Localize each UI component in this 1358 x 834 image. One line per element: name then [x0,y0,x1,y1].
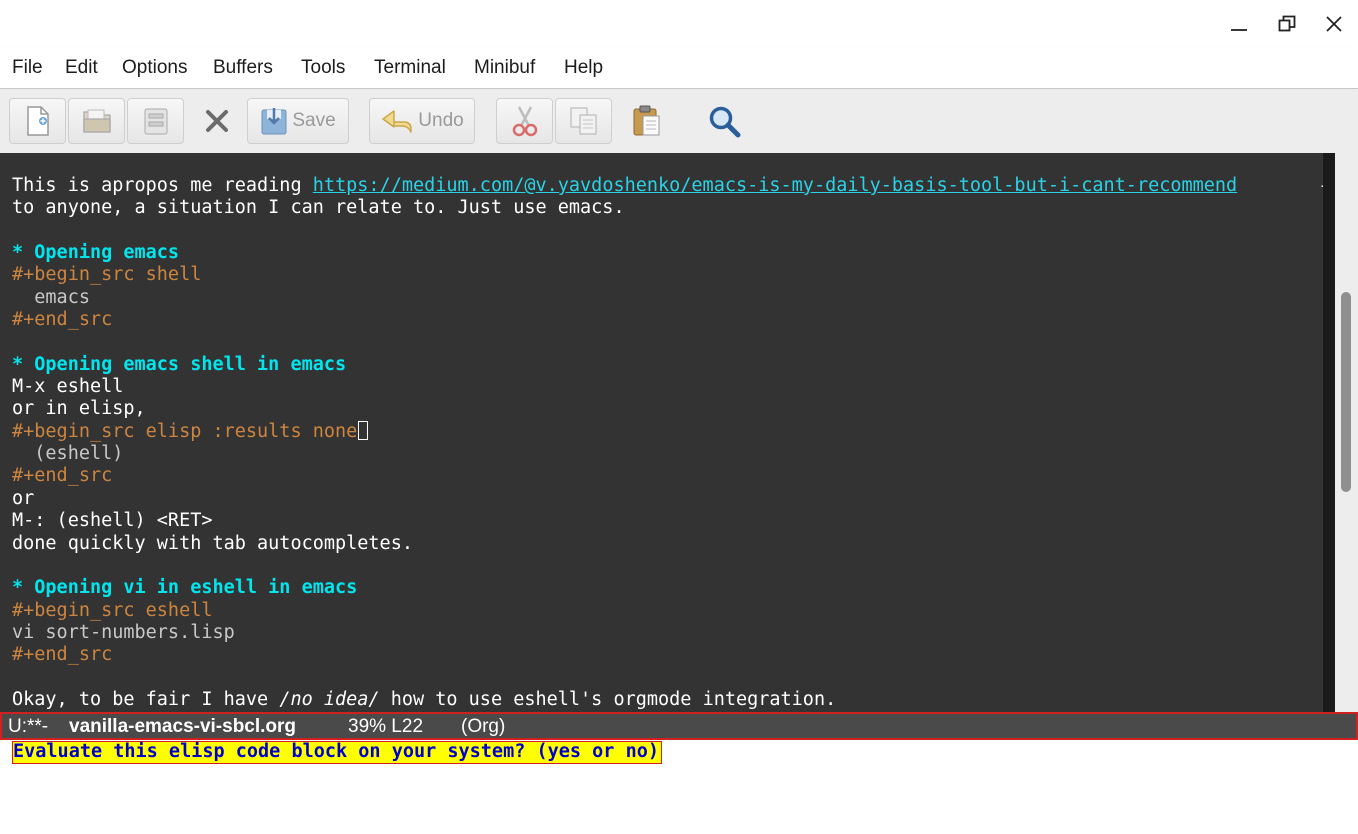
editor-line: M-: (eshell) <RET> [12,510,213,531]
org-heading-3[interactable]: * Opening vi in eshell in emacs [12,577,357,599]
minibuffer[interactable]: Evaluate this elisp code block on your s… [0,740,1358,764]
text-cursor [358,421,369,440]
text-span: #+begin_src elisp :results none [12,421,358,442]
org-heading-1[interactable]: * Opening emacs [12,242,179,264]
editor-line: done quickly with tab autocompletes. [12,533,413,554]
fringe [1323,153,1335,712]
dired-button[interactable] [127,98,184,144]
menu-options[interactable]: Options [122,57,187,79]
text-span: This is apropos me reading [12,175,313,196]
title-bar [0,0,1358,48]
modeline-mode[interactable]: (Org) [461,715,505,739]
minibuffer-prompt: Evaluate this elisp code block on your s… [12,741,663,764]
org-heading-2[interactable]: * Opening emacs shell in emacs [12,354,346,376]
save-label: Save [292,110,336,131]
src-begin-line-current: #+begin_src elisp :results none [12,421,369,443]
new-file-icon [26,106,49,136]
new-file-button[interactable] [9,98,66,144]
copy-button[interactable] [555,98,612,144]
src-end-line: #+end_src [12,465,113,486]
tool-bar: Save Undo [0,90,1358,153]
open-folder-icon [82,109,111,133]
src-begin-line: #+begin_src eshell [12,600,213,621]
undo-icon [382,110,413,133]
menu-tools[interactable]: Tools [301,57,345,79]
save-icon [261,108,287,135]
text-span: how to use eshell's orgmode integration. [379,689,837,710]
save-button[interactable]: Save [247,98,349,144]
close-icon[interactable] [1319,10,1349,38]
text-span: Okay, to be fair I have [12,689,280,710]
editor-line-1: This is apropos me reading https://mediu… [12,175,1237,197]
close-buffer-button[interactable] [193,98,241,144]
scrollbar-thumb[interactable] [1341,292,1351,492]
menu-minibuf[interactable]: Minibuf [474,57,535,79]
menu-buffers[interactable]: Buffers [213,57,273,79]
editor-line: or in elisp, [12,398,146,419]
editor-line: M-x eshell [12,376,124,397]
editor-buffer[interactable]: This is apropos me reading https://mediu… [0,153,1323,712]
src-end-line: #+end_src [12,309,113,330]
paste-icon [633,105,660,136]
mode-line[interactable]: U:**- vanilla-emacs-vi-sbcl.org 39% L22 … [0,712,1358,740]
search-button[interactable] [700,98,748,144]
editor-line-last: Okay, to be fair I have /no idea/ how to… [12,689,836,711]
src-body-line: emacs [12,287,90,308]
menu-terminal[interactable]: Terminal [374,57,446,79]
cut-icon [512,106,537,137]
maximize-icon[interactable] [1272,10,1302,38]
search-icon [709,106,741,138]
src-body-line: vi sort-numbers.lisp [12,622,235,643]
src-end-line: #+end_src [12,644,113,665]
menu-bar: File Edit Options Buffers Tools Terminal… [0,48,1358,89]
modeline-state: U:**- [8,716,49,737]
open-file-button[interactable] [68,98,125,144]
menu-file[interactable]: File [12,57,43,79]
editor-line-2: to anyone, a situation I can relate to. … [12,197,625,218]
editor-line: or [12,488,35,509]
modeline-position: 39% L22 [348,716,424,737]
undo-button[interactable]: Undo [369,98,475,144]
cut-button[interactable] [496,98,553,144]
emphasis-text: /no idea/ [279,689,380,710]
minimize-icon[interactable] [1224,10,1254,38]
src-body-line: (eshell) [12,443,124,464]
close-buffer-icon [206,110,228,132]
undo-label: Undo [418,110,464,131]
paste-button[interactable] [622,98,670,144]
src-begin-line: #+begin_src shell [12,264,202,285]
directory-icon [144,108,167,135]
url-link[interactable]: https://medium.com/@v.yavdoshenko/emacs-… [313,175,1237,196]
minibuffer-cursor [720,741,741,763]
menu-edit[interactable]: Edit [65,57,98,79]
menu-help[interactable]: Help [564,57,603,79]
copy-icon [570,107,596,135]
modeline-buffer-name[interactable]: vanilla-emacs-vi-sbcl.org [69,715,296,739]
